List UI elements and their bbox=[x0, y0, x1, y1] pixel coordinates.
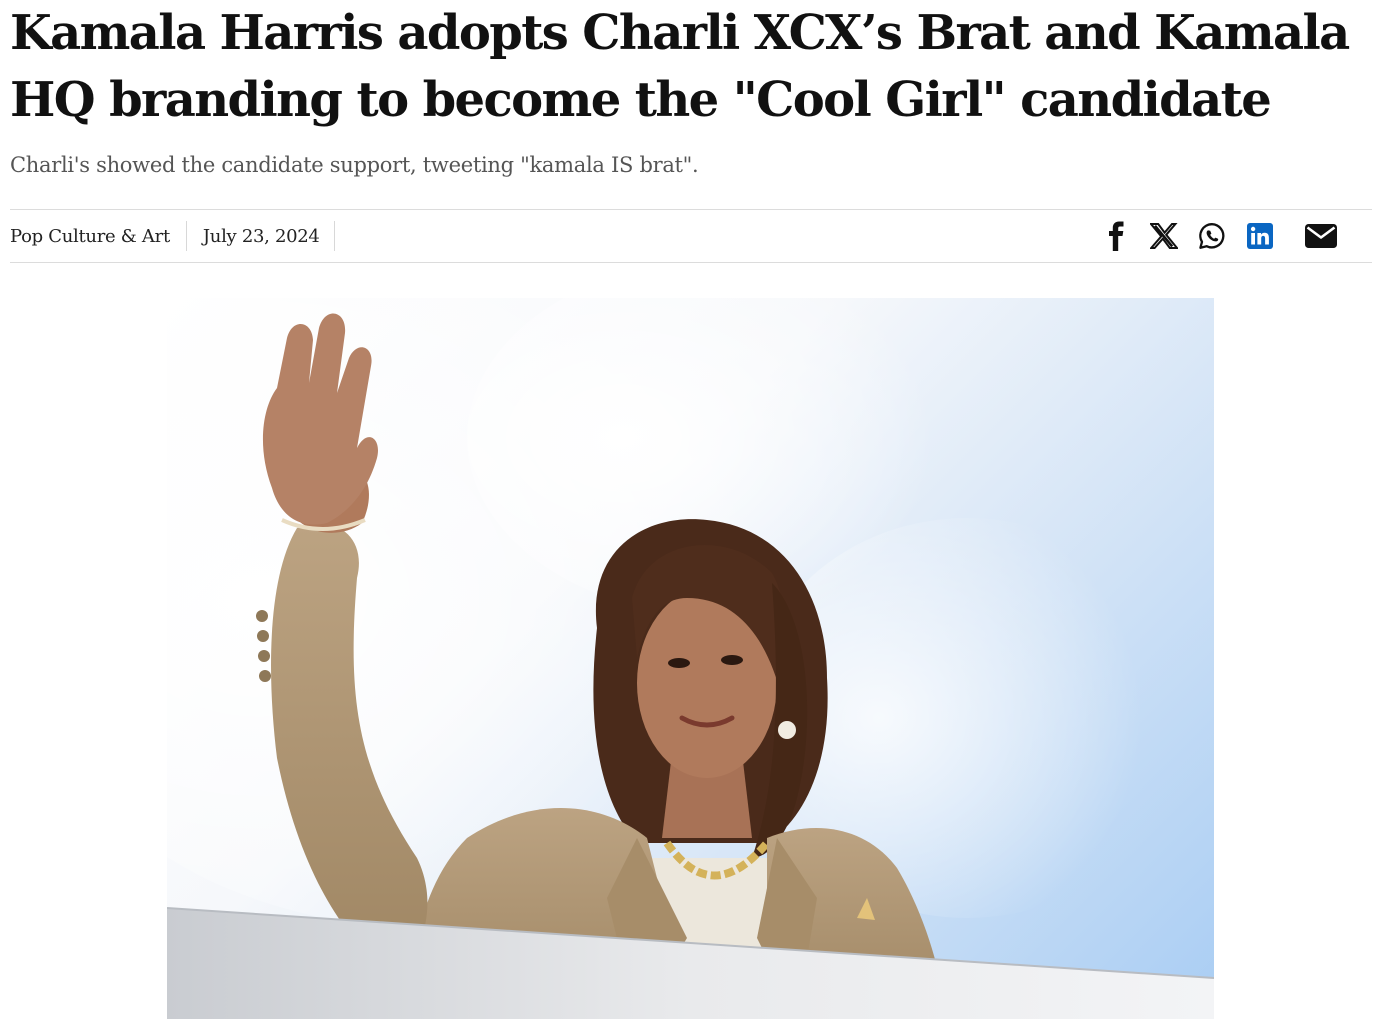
category-link[interactable]: Pop Culture & Art bbox=[10, 221, 187, 251]
photo-subject-waving bbox=[167, 298, 1214, 1019]
publish-date: July 23, 2024 bbox=[187, 221, 335, 251]
share-whatsapp-button[interactable] bbox=[1198, 220, 1226, 252]
article-headline: Kamala Harris adopts Charli XCX’s Brat a… bbox=[10, 5, 1350, 128]
linkedin-icon bbox=[1247, 223, 1273, 249]
whatsapp-icon bbox=[1199, 223, 1225, 249]
share-facebook-button[interactable] bbox=[1102, 220, 1130, 252]
byline: Pop Culture & Art July 23, 2024 bbox=[10, 210, 335, 262]
facebook-icon bbox=[1109, 221, 1124, 251]
article-meta-bar: Pop Culture & Art July 23, 2024 bbox=[10, 209, 1372, 263]
share-bar bbox=[1102, 210, 1338, 262]
article-dek: Charli's showed the candidate support, t… bbox=[10, 153, 699, 177]
share-email-button[interactable] bbox=[1304, 220, 1338, 252]
article: Kamala Harris adopts Charli XCX’s Brat a… bbox=[0, 0, 1381, 1029]
x-icon bbox=[1150, 223, 1178, 249]
email-icon bbox=[1305, 224, 1337, 248]
hero-image bbox=[167, 298, 1214, 1019]
share-linkedin-button[interactable] bbox=[1246, 220, 1274, 252]
share-x-button[interactable] bbox=[1150, 220, 1178, 252]
